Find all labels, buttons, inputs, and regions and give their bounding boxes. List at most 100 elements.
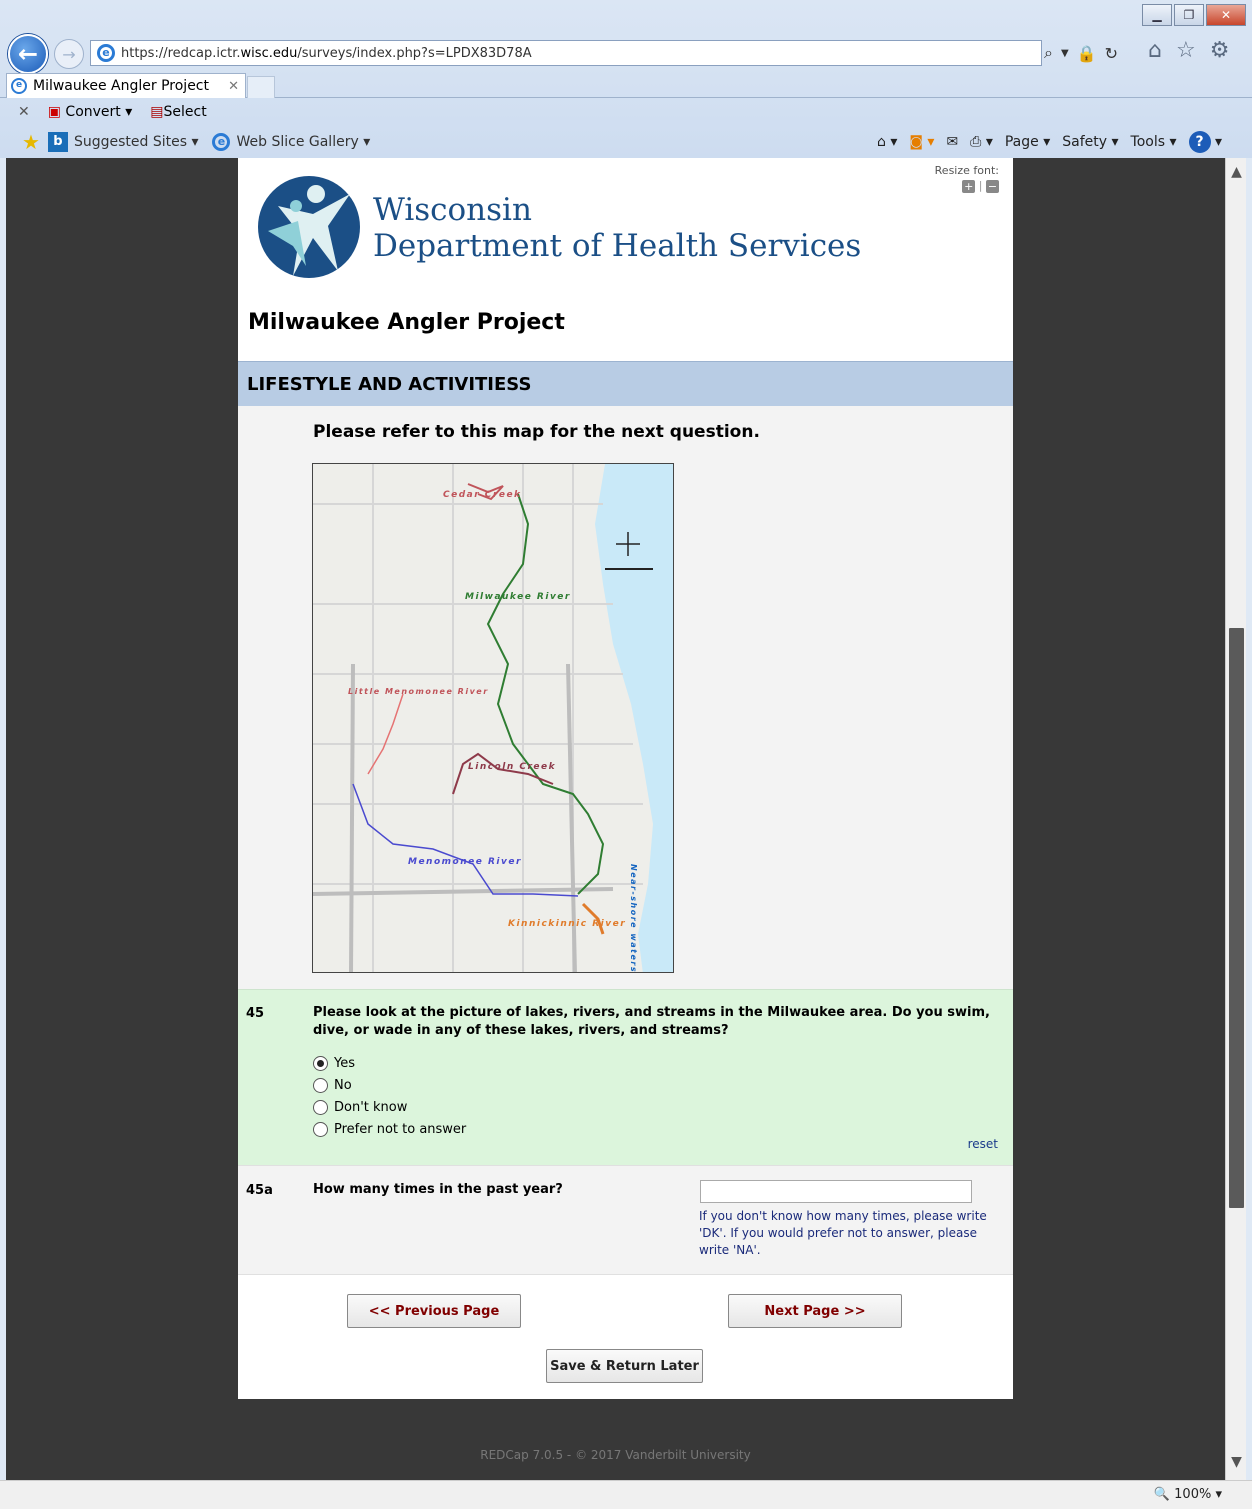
page-viewport: Wisconsin Department of Health Services …: [6, 158, 1225, 1480]
vertical-scrollbar[interactable]: ▲ ▼: [1225, 158, 1246, 1480]
home-menu-icon[interactable]: ⌂ ▾: [877, 134, 897, 150]
search-icon[interactable]: ⌕: [1044, 43, 1053, 63]
scroll-down-icon[interactable]: ▼: [1226, 1454, 1247, 1474]
favorites-star-icon[interactable]: ☆: [1176, 38, 1196, 63]
map-label-menomonee: Menomonee River: [408, 857, 522, 867]
suggested-sites-label: Suggested Sites: [73, 134, 187, 150]
tab-ie-icon: e: [11, 78, 27, 94]
refresh-icon[interactable]: ↻: [1105, 44, 1118, 63]
minimize-button[interactable]: ▁: [1142, 4, 1172, 26]
option-prefer-not[interactable]: Prefer not to answer: [313, 1118, 466, 1140]
forward-arrow-icon: →: [62, 44, 76, 64]
status-bar: 🔍 100% ▾: [0, 1480, 1252, 1509]
radio-dont-know[interactable]: [313, 1099, 328, 1115]
zoom-icon: 🔍: [1153, 1487, 1171, 1502]
tools-menu-label: Tools: [1130, 134, 1166, 150]
help-menu[interactable]: ? ▾: [1188, 131, 1222, 153]
question-number: 45a: [246, 1183, 273, 1198]
webslice-ie-icon: e: [212, 133, 231, 151]
lock-icon[interactable]: 🔒: [1077, 44, 1097, 63]
new-tab-button[interactable]: [247, 76, 275, 98]
map-label-little: Little Menomonee River: [348, 687, 489, 696]
times-input[interactable]: [700, 1180, 972, 1203]
scroll-thumb[interactable]: [1229, 628, 1244, 1208]
zoom-level: 100%: [1174, 1487, 1212, 1502]
close-tab-icon[interactable]: ✕: [228, 79, 239, 94]
print-icon[interactable]: ⎙ ▾: [970, 134, 993, 150]
home-icon[interactable]: ⌂: [1148, 38, 1162, 63]
option-label: No: [334, 1077, 352, 1093]
map-label-milwaukee: Milwaukee River: [465, 592, 571, 602]
option-label: Prefer not to answer: [334, 1121, 467, 1137]
nav-icons: ⌂ ☆ ⚙: [1148, 38, 1229, 63]
next-page-button[interactable]: Next Page >>: [728, 1294, 902, 1328]
scroll-up-icon[interactable]: ▲: [1226, 164, 1247, 184]
mail-icon[interactable]: ✉: [946, 134, 958, 150]
close-window-button[interactable]: ✕: [1206, 4, 1246, 26]
page-menu-label: Page: [1004, 134, 1039, 150]
font-increase-icon[interactable]: +: [962, 179, 976, 193]
convert-label: Convert: [65, 104, 121, 120]
close-toolbar-icon[interactable]: ✕: [18, 104, 30, 120]
question-text: How many times in the past year?: [313, 1182, 563, 1197]
radio-no[interactable]: [313, 1077, 328, 1093]
radio-yes[interactable]: [313, 1055, 328, 1071]
zoom-control[interactable]: 🔍 100% ▾: [1154, 1487, 1222, 1502]
tab-title: Milwaukee Angler Project: [33, 78, 209, 94]
restore-button[interactable]: ❐: [1174, 4, 1204, 26]
dropdown-icon[interactable]: ▼: [1061, 48, 1069, 59]
pdf-icon: ▣: [47, 104, 61, 120]
web-slice-gallery-link[interactable]: e Web Slice Gallery ▾: [212, 133, 370, 151]
option-no[interactable]: No: [313, 1074, 466, 1096]
safety-menu-label: Safety: [1062, 134, 1108, 150]
address-bar[interactable]: e https://redcap.ictr. wisc.edu/surveys/i…: [90, 40, 1042, 66]
org-name-line1: Wisconsin: [373, 192, 532, 228]
save-return-button[interactable]: Save & Return Later: [546, 1349, 703, 1383]
tools-menu[interactable]: Tools ▾: [1131, 134, 1177, 150]
map-caption: Please refer to this map for the next qu…: [313, 422, 760, 442]
question-number: 45: [246, 1006, 265, 1021]
select-label: Select: [163, 104, 207, 120]
font-decrease-icon[interactable]: −: [986, 179, 999, 193]
previous-page-button[interactable]: << Previous Page: [347, 1294, 521, 1328]
section-title: LIFESTYLE AND ACTIVITIESS: [247, 373, 532, 395]
section-header: LIFESTYLE AND ACTIVITIESS: [238, 361, 1013, 406]
back-button[interactable]: ←: [8, 34, 48, 74]
page-menu[interactable]: Page ▾: [1005, 134, 1050, 150]
tab-strip: e Milwaukee Angler Project ✕: [0, 72, 1252, 98]
favorites-icon[interactable]: ★: [22, 130, 40, 154]
convert-button[interactable]: ▣ Convert ▾: [48, 104, 133, 120]
rss-icon[interactable]: ◙ ▾: [909, 134, 934, 150]
page-title: Milwaukee Angler Project: [248, 310, 565, 335]
url-path: /surveys/index.php?s=LPDX83D78A: [297, 45, 532, 61]
tab-milwaukee-angler[interactable]: e Milwaukee Angler Project ✕: [6, 73, 246, 98]
option-dont-know[interactable]: Don't know: [313, 1096, 466, 1118]
back-arrow-icon: ←: [17, 40, 39, 68]
resize-font-label: Resize font:: [934, 164, 999, 177]
command-bar: ✕ ▣ Convert ▾ ▤Select: [0, 99, 1252, 125]
suggested-sites-link[interactable]: b Suggested Sites ▾: [47, 132, 198, 152]
browser-window: ▁ ❐ ✕ ← → e https://redcap.ictr. wisc.edu…: [0, 0, 1252, 1509]
address-tools: ⌕ ▼ 🔒 ↻: [1044, 40, 1118, 66]
map-label-kinnickinnic: Kinnickinnic River: [508, 919, 626, 929]
select-icon: ▤: [150, 104, 164, 120]
org-name-line2: Department of Health Services: [373, 228, 862, 264]
question-45a: 45a How many times in the past year? If …: [238, 1165, 1013, 1275]
ie-command-tools: ⌂ ▾ ◙ ▾ ✉ ⎙ ▾ Page ▾ Safety ▾ Tools ▾ ? …: [877, 126, 1222, 158]
question-text: Please look at the picture of lakes, riv…: [313, 1005, 990, 1038]
footer-text: REDCap 7.0.5 - © 2017 Vanderbilt Univers…: [480, 1448, 751, 1462]
select-button[interactable]: ▤Select: [150, 104, 206, 120]
field-note: If you don't know how many times, please…: [699, 1209, 987, 1257]
forward-button[interactable]: →: [54, 39, 84, 69]
window-controls: ▁ ❐ ✕: [1140, 4, 1246, 26]
reset-link[interactable]: reset: [968, 1137, 998, 1151]
url-domain: wisc.edu: [240, 45, 298, 61]
option-yes[interactable]: Yes: [313, 1052, 466, 1074]
gear-icon[interactable]: ⚙: [1210, 38, 1230, 63]
map-label-cedar: Cedar Creek: [443, 490, 522, 500]
survey-page: Wisconsin Department of Health Services …: [238, 158, 1013, 1399]
ie-logo-icon: e: [97, 44, 115, 62]
safety-menu[interactable]: Safety ▾: [1062, 134, 1118, 150]
radio-prefer-not[interactable]: [313, 1121, 328, 1137]
url-prefix: https://redcap.ictr.: [121, 45, 241, 61]
